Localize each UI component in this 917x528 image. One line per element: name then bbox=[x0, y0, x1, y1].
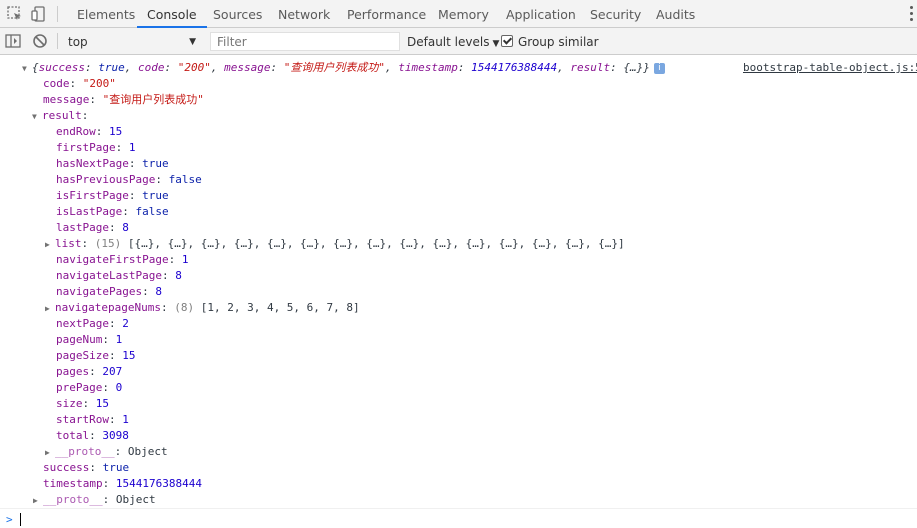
sidebar-toggle-icon[interactable] bbox=[4, 32, 22, 50]
tab-application[interactable]: Application bbox=[506, 0, 576, 27]
group-similar-toggle[interactable]: Group similar bbox=[501, 32, 599, 52]
property-row: startRow: 1 bbox=[56, 413, 129, 426]
property-row: isLastPage: false bbox=[56, 205, 169, 218]
property-row: nextPage: 2 bbox=[56, 317, 129, 330]
log-levels-dropdown[interactable]: Default levels ▼ bbox=[407, 32, 499, 52]
collapsed-triangle-icon[interactable]: ▶ bbox=[33, 493, 43, 509]
console-input-caret[interactable] bbox=[20, 513, 21, 526]
property-row: prePage: 0 bbox=[56, 381, 123, 394]
property-row: pages: 207 bbox=[56, 365, 123, 378]
property-row: success: true bbox=[43, 461, 130, 474]
device-toolbar-icon[interactable] bbox=[30, 5, 48, 23]
property-row: navigatePages: 8 bbox=[56, 285, 162, 298]
property-row: navigateLastPage: 8 bbox=[56, 269, 182, 282]
property-row: size: 15 bbox=[56, 397, 109, 410]
console-output: bootstrap-table-object.js:5 ▼ {success: t… bbox=[0, 55, 917, 528]
property-row: firstPage: 1 bbox=[56, 141, 136, 154]
tab-audits[interactable]: Audits bbox=[656, 0, 695, 27]
property-row-proto[interactable]: ▶ __proto__: Object bbox=[45, 444, 168, 460]
collapsed-triangle-icon[interactable]: ▶ bbox=[45, 237, 55, 253]
log-entry-summary[interactable]: ▼ {success: true, code: "200", message: "… bbox=[22, 60, 665, 76]
expanded-triangle-icon[interactable]: ▼ bbox=[22, 61, 32, 77]
property-row-list[interactable]: ▶ list: (15) [{…}, {…}, {…}, {…}, {…}, {…… bbox=[45, 236, 625, 252]
divider bbox=[0, 508, 917, 509]
context-selector-value: top bbox=[68, 35, 88, 49]
source-link[interactable]: bootstrap-table-object.js:5 bbox=[743, 60, 917, 76]
collapsed-triangle-icon[interactable]: ▶ bbox=[45, 301, 55, 317]
console-toolbar: top ▼ Default levels▼ Group similar bbox=[0, 28, 917, 55]
property-row: code: "200" bbox=[43, 77, 116, 90]
chevron-down-icon: ▼ bbox=[492, 39, 500, 49]
filter-input[interactable] bbox=[210, 32, 400, 51]
log-levels-label: Default levels bbox=[407, 35, 490, 49]
property-row: hasNextPage: true bbox=[56, 157, 169, 170]
property-row-proto[interactable]: ▶ __proto__: Object bbox=[33, 492, 156, 508]
inspect-element-icon[interactable] bbox=[6, 5, 24, 23]
expanded-triangle-icon[interactable]: ▼ bbox=[32, 109, 42, 125]
info-icon[interactable]: i bbox=[653, 63, 665, 74]
devtools-tabbar: Elements Console Sources Network Perform… bbox=[0, 0, 917, 28]
toolbar-divider bbox=[57, 6, 58, 22]
property-row: total: 3098 bbox=[56, 429, 129, 442]
chevron-down-icon: ▼ bbox=[189, 37, 196, 47]
group-similar-checkbox[interactable] bbox=[501, 35, 513, 47]
prompt-chevron-icon: > bbox=[6, 513, 13, 526]
clear-console-icon[interactable] bbox=[31, 32, 49, 50]
property-row: pageSize: 15 bbox=[56, 349, 136, 362]
property-row: timestamp: 1544176388444 bbox=[43, 477, 202, 490]
tab-performance[interactable]: Performance bbox=[347, 0, 426, 27]
property-row: endRow: 15 bbox=[56, 125, 123, 138]
more-options-icon[interactable] bbox=[908, 6, 914, 22]
property-row: pageNum: 1 bbox=[56, 333, 123, 346]
property-row-navigatepagenums[interactable]: ▶ navigatepageNums: (8) [1, 2, 3, 4, 5, 6… bbox=[45, 300, 360, 316]
property-row-result[interactable]: ▼ result: bbox=[32, 108, 88, 124]
property-row: isFirstPage: true bbox=[56, 189, 169, 202]
tab-elements[interactable]: Elements bbox=[77, 0, 135, 27]
tab-security[interactable]: Security bbox=[590, 0, 641, 27]
property-row: lastPage: 8 bbox=[56, 221, 129, 234]
tab-console[interactable]: Console bbox=[137, 0, 207, 28]
tab-memory[interactable]: Memory bbox=[438, 0, 489, 27]
context-selector[interactable]: top ▼ bbox=[62, 31, 202, 51]
group-similar-label: Group similar bbox=[518, 35, 599, 49]
collapsed-triangle-icon[interactable]: ▶ bbox=[45, 445, 55, 461]
tab-sources[interactable]: Sources bbox=[213, 0, 262, 27]
property-row: navigateFirstPage: 1 bbox=[56, 253, 189, 266]
property-row: hasPreviousPage: false bbox=[56, 173, 202, 186]
property-row: message: "查询用户列表成功" bbox=[43, 93, 204, 106]
toolbar-divider bbox=[57, 33, 58, 49]
tab-network[interactable]: Network bbox=[278, 0, 330, 27]
object-preview: {success: true, code: "200", message: "查… bbox=[32, 61, 650, 74]
